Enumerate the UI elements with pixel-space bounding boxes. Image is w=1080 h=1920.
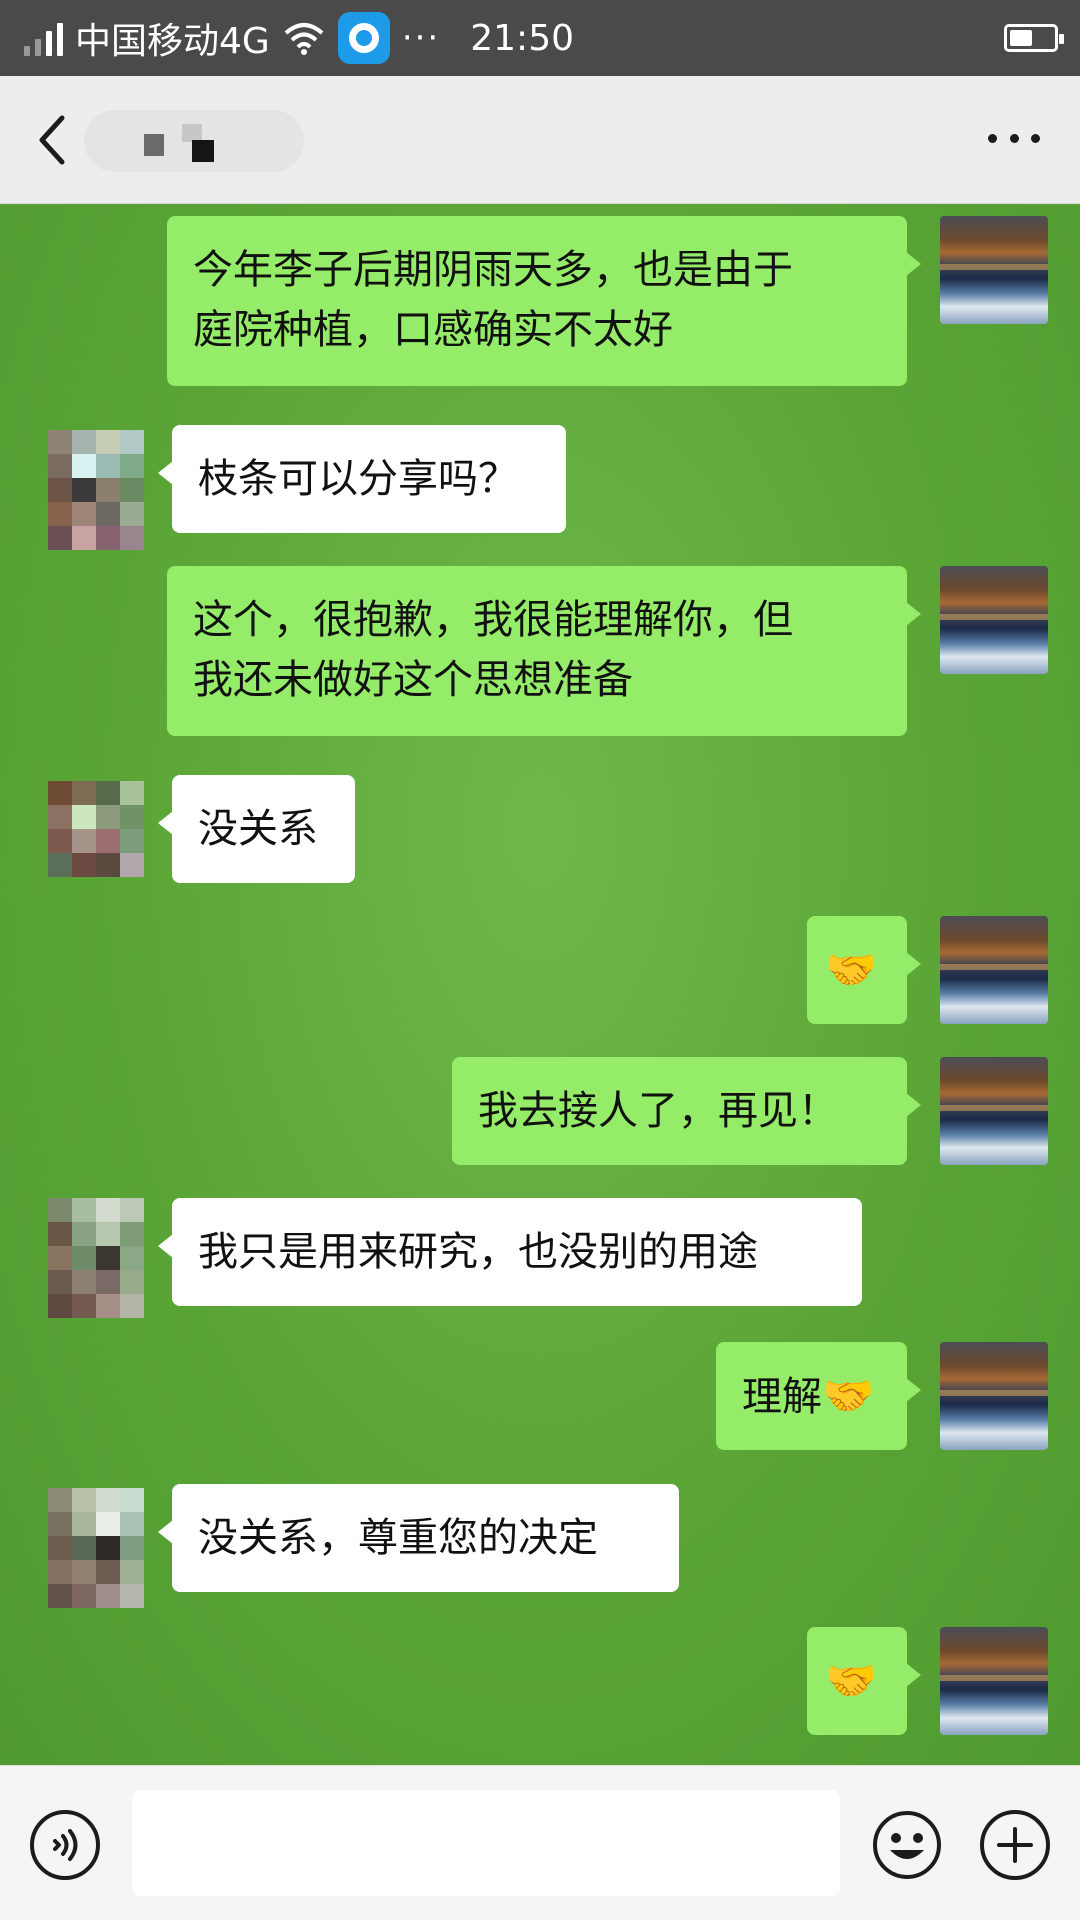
message-bubble-outgoing[interactable]: 🤝 (807, 1627, 921, 1735)
more-dots-icon[interactable] (988, 134, 1040, 146)
my-avatar[interactable] (940, 1627, 1048, 1735)
chevron-left-icon[interactable] (30, 112, 80, 168)
my-avatar[interactable] (940, 916, 1048, 1024)
carrier-label: 中国移动4G (75, 21, 270, 62)
message-bubble-incoming[interactable]: 没关系 (158, 775, 355, 883)
my-avatar[interactable] (940, 1057, 1048, 1165)
message-text: 没关系 (198, 806, 318, 852)
message-text: 今年李子后期阴雨天多，也是由于 庭院种植，口感确实不太好 (193, 247, 793, 353)
status-bar: 中国移动4G ··· 21:50 (0, 0, 1080, 76)
message-text: 我去接人了，再见！ (478, 1088, 838, 1134)
message-bubble-outgoing[interactable]: 🤝 (807, 916, 921, 1024)
message-text: 我只是用来研究，也没别的用途 (198, 1229, 758, 1275)
handshake-emoji-icon: 🤝 (822, 1371, 875, 1420)
clock: 21:50 (470, 17, 574, 59)
plus-glyph-icon (997, 1827, 1033, 1863)
battery-icon (1004, 24, 1064, 52)
voice-waves-icon (53, 1829, 78, 1861)
message-bubble-outgoing[interactable]: 我去接人了，再见！ (452, 1057, 921, 1165)
wifi-icon (284, 23, 324, 55)
my-avatar[interactable] (940, 566, 1048, 674)
message-bubble-outgoing[interactable]: 今年李子后期阴雨天多，也是由于 庭院种植，口感确实不太好 (167, 216, 921, 386)
message-text: 理解 (742, 1374, 822, 1420)
chat-message-list[interactable]: 今年李子后期阴雨天多，也是由于 庭院种植，口感确实不太好 枝条可以分享吗？ 这个… (0, 205, 1080, 1765)
contact-avatar[interactable] (48, 781, 144, 901)
contact-name-blurred[interactable] (84, 110, 304, 172)
my-avatar[interactable] (940, 1342, 1048, 1450)
message-bubble-incoming[interactable]: 没关系，尊重您的决定 (158, 1484, 679, 1592)
message-bubble-outgoing[interactable]: 理解🤝 (716, 1342, 921, 1450)
message-bubble-incoming[interactable]: 枝条可以分享吗？ (158, 425, 566, 533)
voice-icon[interactable] (30, 1810, 100, 1880)
contact-avatar[interactable] (48, 430, 144, 550)
contact-avatar[interactable] (48, 1488, 144, 1608)
message-text: 枝条可以分享吗？ (198, 456, 518, 502)
message-text: 没关系，尊重您的决定 (198, 1515, 598, 1561)
emoji-icon[interactable] (872, 1810, 942, 1880)
my-avatar[interactable] (940, 216, 1048, 324)
handshake-emoji-icon: 🤝 (825, 945, 878, 994)
handshake-emoji-icon: 🤝 (825, 1656, 878, 1705)
input-bar (0, 1765, 1080, 1920)
notification-app-icon (337, 12, 390, 64)
more-notifications-icon: ··· (401, 18, 441, 58)
signal-strength-icon (24, 20, 63, 56)
plus-icon[interactable] (980, 1810, 1050, 1880)
message-input[interactable] (132, 1790, 840, 1896)
message-bubble-incoming[interactable]: 我只是用来研究，也没别的用途 (158, 1198, 862, 1306)
message-bubble-outgoing[interactable]: 这个，很抱歉，我很能理解你，但 我还未做好这个思想准备 (167, 566, 921, 736)
message-text: 这个，很抱歉，我很能理解你，但 我还未做好这个思想准备 (193, 597, 793, 703)
contact-avatar[interactable] (48, 1198, 144, 1318)
chat-header (0, 76, 1080, 204)
